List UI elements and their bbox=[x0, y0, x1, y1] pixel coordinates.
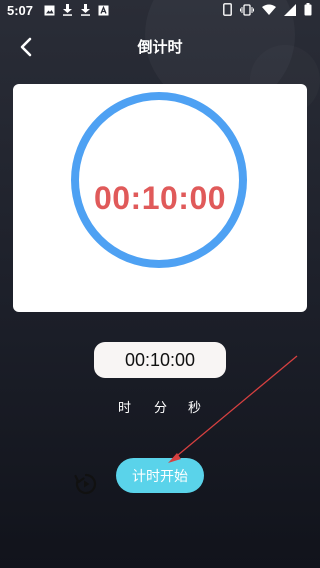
download-icon bbox=[80, 4, 91, 16]
text-a-icon bbox=[98, 5, 109, 16]
vibrate-icon bbox=[240, 3, 254, 16]
unit-hour-label: 时 bbox=[118, 401, 132, 416]
status-bar: 5:07 bbox=[0, 0, 320, 22]
time-picker-input[interactable]: 00:10:00 bbox=[94, 342, 226, 378]
status-time: 5:07 bbox=[7, 3, 34, 18]
image-icon bbox=[44, 5, 55, 16]
signal-icon bbox=[284, 3, 296, 16]
page-title: 倒计时 bbox=[137, 38, 183, 56]
system-icons bbox=[223, 3, 312, 16]
download-icon bbox=[62, 4, 73, 16]
header: 倒计时 bbox=[0, 30, 320, 64]
start-button[interactable]: 计时开始 bbox=[116, 458, 204, 493]
unit-second-label: 秒 bbox=[188, 401, 202, 416]
phone-icon bbox=[223, 3, 232, 16]
battery-icon bbox=[304, 3, 312, 16]
countdown-display: 00:10:00 bbox=[93, 180, 227, 216]
reset-icon bbox=[74, 473, 97, 495]
unit-minute-label: 分 bbox=[154, 401, 168, 416]
wifi-icon bbox=[262, 4, 276, 15]
reset-button[interactable] bbox=[73, 471, 99, 497]
notification-icons bbox=[44, 4, 109, 16]
timer-card: 00:10:00 bbox=[13, 84, 307, 312]
